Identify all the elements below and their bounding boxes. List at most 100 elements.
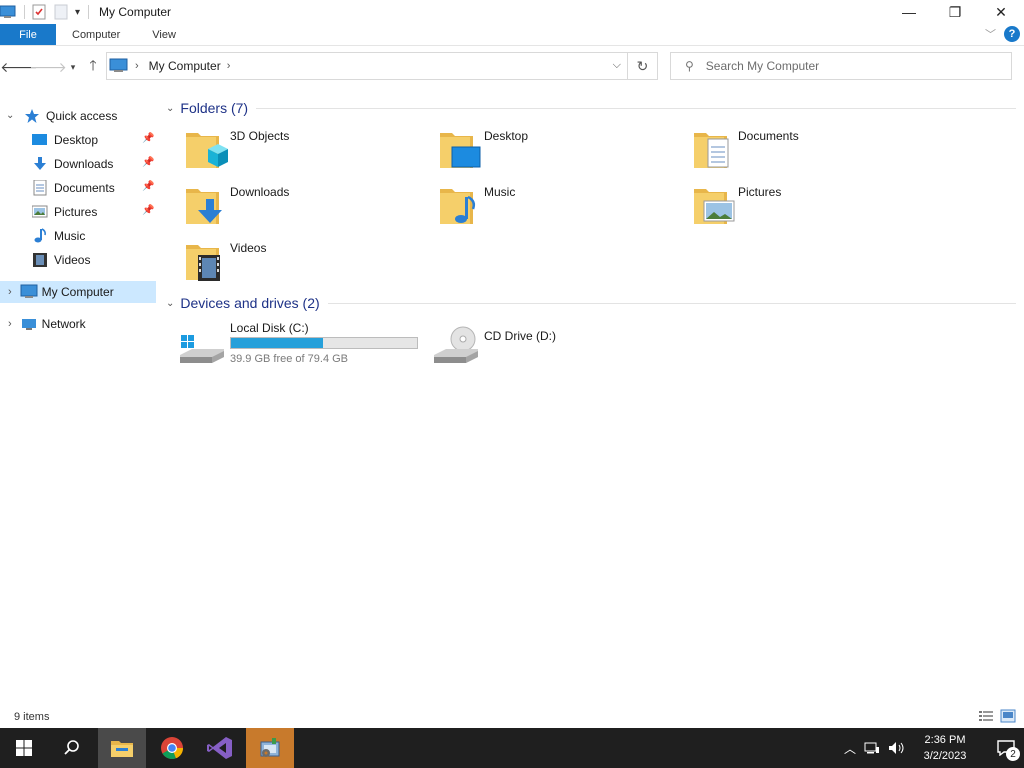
sidebar-item-downloads[interactable]: Downloads 📌 — [32, 153, 156, 175]
restore-button[interactable]: ❐ — [932, 0, 978, 24]
documents-folder-icon — [694, 133, 729, 168]
search-icon — [64, 740, 79, 755]
group-divider — [256, 107, 1016, 109]
folder-name: Documents — [738, 129, 799, 143]
details-view-icon[interactable] — [978, 709, 994, 723]
navigation-pane: ⌄ Quick access Desktop 📌 Downloads 📌 Doc… — [0, 100, 156, 700]
window-controls: — ❐ ✕ — [886, 0, 1024, 24]
folder-desktop[interactable]: Desktop — [438, 127, 688, 175]
breadcrumb-chevron-icon[interactable]: › — [227, 60, 231, 72]
taskbar-chrome[interactable] — [148, 728, 196, 768]
recent-locations-icon[interactable]: ▾ — [62, 56, 84, 78]
network-status-icon[interactable] — [864, 741, 880, 755]
taskbar: ︿ 2:36 PM 3/2/2023 2 — [0, 728, 1024, 768]
taskbar-file-explorer[interactable] — [98, 728, 146, 768]
clock-time: 2:36 PM — [924, 734, 966, 746]
taskbar-installer-app[interactable] — [246, 728, 294, 768]
properties-icon[interactable] — [31, 4, 47, 20]
expand-chevron-icon[interactable]: ⌄ — [6, 110, 14, 121]
music-icon — [34, 228, 46, 243]
sidebar-item-label: Pictures — [54, 205, 98, 219]
sidebar-item-network[interactable]: › Network — [0, 313, 156, 335]
chrome-icon — [161, 737, 184, 760]
3d-objects-folder-icon — [186, 133, 228, 168]
breadcrumb-location[interactable]: My Computer — [149, 59, 221, 73]
customize-toolbar-dropdown-icon[interactable]: ▾ — [75, 7, 80, 18]
address-dropdown-icon[interactable]: ⌵ — [613, 59, 621, 72]
drive-cd-d[interactable]: CD Drive (D:) — [432, 321, 682, 371]
help-button[interactable]: ? — [1004, 26, 1020, 42]
folder-3d-objects[interactable]: 3D Objects — [184, 127, 434, 175]
show-hidden-icons-icon[interactable]: ︿ — [844, 740, 856, 757]
taskbar-visual-studio[interactable] — [196, 728, 244, 768]
refresh-button[interactable]: ↻ — [627, 53, 657, 79]
forward-button[interactable]: 🡒 — [29, 56, 67, 78]
pin-icon[interactable]: 📌 — [142, 205, 154, 216]
sidebar-item-desktop[interactable]: Desktop 📌 — [32, 129, 156, 151]
capacity-bar — [230, 337, 418, 349]
sidebar-item-documents[interactable]: Documents 📌 — [32, 177, 156, 199]
action-center-button[interactable]: 2 — [988, 728, 1024, 768]
toolbar-separator — [24, 5, 25, 19]
group-title: Devices and drives (2) — [180, 295, 320, 311]
new-folder-icon[interactable] — [53, 4, 69, 20]
folders-group-header[interactable]: ⌄ Folders (7) — [166, 97, 1016, 119]
folder-videos[interactable]: Videos — [184, 239, 434, 287]
sidebar-item-my-computer[interactable]: › My Computer — [0, 281, 156, 303]
view-toggles — [978, 709, 1016, 723]
sidebar-item-quick-access[interactable]: Quick access — [24, 105, 154, 127]
close-button[interactable]: ✕ — [978, 0, 1024, 24]
quick-access-toolbar: ▾ — [0, 0, 95, 24]
drive-local-disk-c[interactable]: Local Disk (C:) 39.9 GB free of 79.4 GB — [178, 321, 428, 371]
search-button[interactable] — [48, 728, 96, 768]
folder-pictures[interactable]: Pictures — [692, 183, 942, 231]
sidebar-item-music[interactable]: Music — [32, 225, 156, 247]
sidebar-item-label: My Computer — [41, 285, 114, 299]
sidebar-item-pictures[interactable]: Pictures 📌 — [32, 201, 156, 223]
videos-folder-icon — [186, 245, 220, 281]
start-button[interactable] — [0, 728, 48, 768]
folder-name: Desktop — [484, 129, 529, 143]
drive-name: CD Drive (D:) — [484, 329, 556, 343]
ribbon-tabs: File Computer View ﹀ ? — [0, 24, 1024, 46]
folder-downloads[interactable]: Downloads — [184, 183, 434, 231]
computer-icon[interactable] — [0, 4, 16, 20]
sidebar-item-label: Desktop — [54, 133, 99, 147]
search-input[interactable] — [705, 59, 986, 73]
minimize-button[interactable]: — — [886, 0, 932, 24]
pin-icon[interactable]: 📌 — [142, 181, 154, 192]
star-icon — [25, 109, 39, 123]
folder-name: Pictures — [738, 185, 782, 199]
drives-group-header[interactable]: ⌄ Devices and drives (2) — [166, 292, 1016, 314]
volume-icon[interactable] — [888, 741, 906, 755]
address-bar[interactable]: › My Computer › ⌵ ↻ — [106, 52, 658, 80]
folder-name: Videos — [230, 241, 267, 255]
sidebar-item-label: Downloads — [54, 157, 114, 171]
up-button[interactable]: 🡑 — [82, 56, 104, 78]
collapse-chevron-icon[interactable]: ⌄ — [166, 298, 174, 309]
expand-chevron-icon[interactable]: › — [8, 286, 12, 298]
breadcrumb-chevron-icon[interactable]: › — [135, 60, 139, 72]
tab-file[interactable]: File — [0, 24, 56, 45]
downloads-icon — [34, 157, 46, 170]
back-button[interactable]: 🡐 — [0, 56, 38, 78]
expand-ribbon-icon[interactable]: ﹀ — [985, 26, 996, 42]
pin-icon[interactable]: 📌 — [142, 157, 154, 168]
folder-music[interactable]: Music — [438, 183, 688, 231]
toolbar-separator — [88, 5, 90, 19]
computer-icon — [109, 58, 128, 72]
large-icons-view-icon[interactable] — [1000, 709, 1016, 723]
expand-chevron-icon[interactable]: › — [8, 318, 12, 330]
cd-drive-icon — [434, 326, 478, 363]
tab-view[interactable]: View — [136, 24, 192, 45]
sidebar-item-label: Music — [54, 229, 86, 243]
group-divider — [327, 302, 1016, 304]
collapse-chevron-icon[interactable]: ⌄ — [166, 103, 174, 114]
taskbar-clock[interactable]: 2:36 PM 3/2/2023 — [916, 732, 974, 764]
search-box[interactable]: ⚲ — [670, 52, 1012, 80]
folder-documents[interactable]: Documents — [692, 127, 942, 175]
sidebar-item-videos[interactable]: Videos — [32, 249, 156, 271]
pictures-icon — [32, 205, 48, 218]
pin-icon[interactable]: 📌 — [142, 133, 154, 144]
tab-computer[interactable]: Computer — [56, 24, 136, 45]
